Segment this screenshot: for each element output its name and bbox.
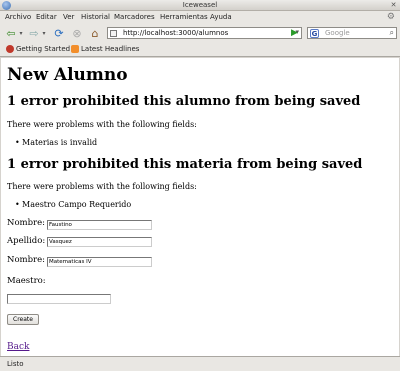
search-placeholder: Google: [325, 29, 350, 37]
maestro-field[interactable]: [7, 294, 111, 304]
menu-bar: Archivo Editar Ver Historial Marcadores …: [0, 11, 400, 24]
bookmark-label: Latest Headlines: [81, 45, 140, 53]
status-text: Listo: [7, 360, 24, 368]
back-arrow-icon[interactable]: ⇦: [4, 26, 18, 40]
window-title: Iceweasel: [182, 1, 218, 9]
nombre-field[interactable]: Faustino: [47, 220, 152, 230]
status-bar: Listo: [0, 356, 400, 371]
search-box[interactable]: G Google ⌕: [307, 27, 397, 39]
title-bar: Iceweasel ✕: [0, 0, 400, 11]
back-history-icon[interactable]: ▾: [18, 26, 24, 40]
page-title: New Alumno: [7, 65, 128, 85]
apellido-field[interactable]: Vasquez: [47, 237, 152, 247]
materia-nombre-field[interactable]: Matematicas IV: [47, 257, 152, 267]
search-icon[interactable]: ⌕: [390, 28, 394, 38]
menu-ver[interactable]: Ver: [63, 13, 74, 21]
back-link[interactable]: Back: [7, 342, 29, 352]
rss-feed-icon: [71, 45, 79, 53]
google-engine-icon[interactable]: G: [310, 29, 319, 38]
gear-icon[interactable]: ⚙: [387, 12, 395, 22]
address-bar[interactable]: http://localhost:3000/alumnos ▾: [107, 27, 302, 39]
menu-herramientas[interactable]: Herramientas: [160, 13, 208, 21]
page-icon: [110, 30, 117, 37]
forward-history-icon[interactable]: ▾: [41, 26, 47, 40]
firefox-icon: [6, 45, 14, 53]
nombre-label: Nombre:: [7, 218, 46, 228]
bookmark-latest-headlines[interactable]: Latest Headlines: [71, 45, 139, 53]
address-text: http://localhost:3000/alumnos: [123, 29, 229, 37]
menu-archivo[interactable]: Archivo: [5, 13, 31, 21]
error-heading-materia: 1 error prohibited this materia from bei…: [7, 157, 363, 172]
stop-icon[interactable]: ⊗: [70, 26, 84, 40]
navigation-toolbar: ⇦ ▾ ⇨ ▾ ⟳ ⊗ ⌂ http://localhost:3000/alum…: [0, 24, 400, 42]
error-intro-materia: There were problems with the following f…: [7, 182, 197, 191]
close-icon[interactable]: ✕: [389, 1, 398, 10]
page-viewport: New Alumno 1 error prohibited this alumn…: [1, 58, 399, 356]
bookmark-getting-started[interactable]: Getting Started: [6, 45, 70, 53]
go-arrow-icon[interactable]: ▶: [291, 28, 300, 38]
forward-arrow-icon[interactable]: ⇨: [27, 26, 41, 40]
materia-nombre-label: Nombre:: [7, 255, 46, 265]
apellido-label: Apellido:: [7, 236, 46, 246]
bookmarks-toolbar: Getting Started Latest Headlines: [0, 42, 400, 57]
error-item: Maestro Campo Requerido: [15, 200, 131, 209]
maestro-label: Maestro:: [7, 276, 46, 286]
error-item: Materias is invalid: [15, 138, 97, 147]
menu-ayuda[interactable]: Ayuda: [210, 13, 232, 21]
menu-historial[interactable]: Historial: [81, 13, 110, 21]
menu-marcadores[interactable]: Marcadores: [114, 13, 155, 21]
error-heading-alumno: 1 error prohibited this alumno from bein…: [7, 94, 361, 109]
bookmark-label: Getting Started: [16, 45, 71, 53]
home-icon[interactable]: ⌂: [88, 26, 102, 40]
create-button[interactable]: Create: [7, 314, 39, 325]
error-intro-alumno: There were problems with the following f…: [7, 120, 197, 129]
menu-editar[interactable]: Editar: [36, 13, 57, 21]
reload-icon[interactable]: ⟳: [52, 26, 66, 40]
